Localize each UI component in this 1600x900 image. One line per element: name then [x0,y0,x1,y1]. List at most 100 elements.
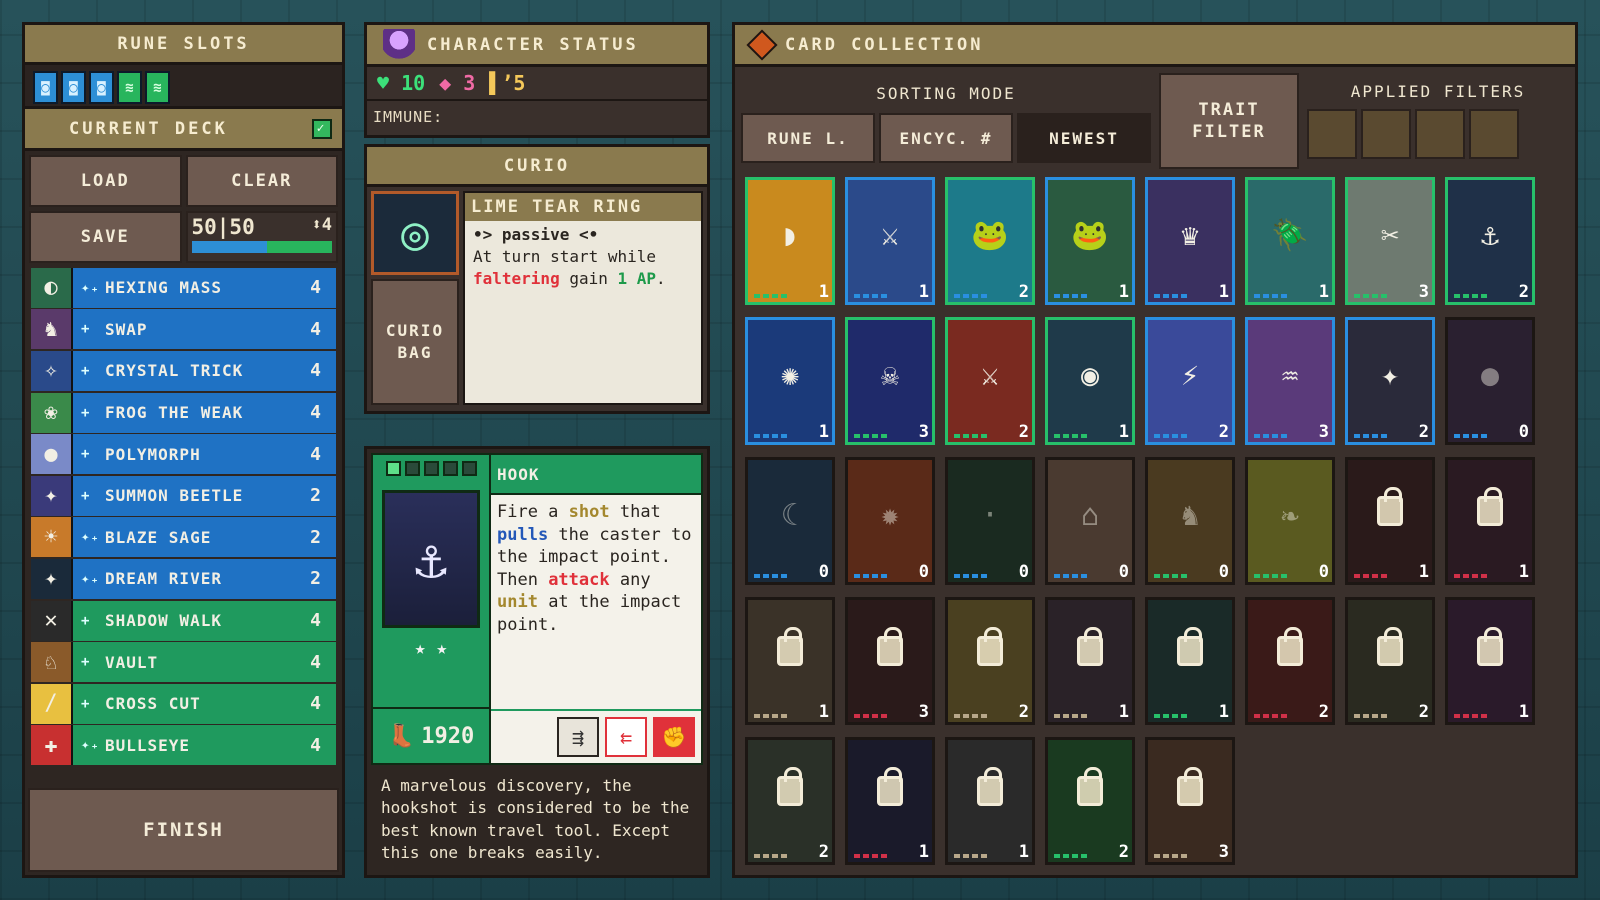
collection-card[interactable]: ♒ 3 [1245,317,1335,445]
locked-card[interactable]: 2 [945,597,1035,725]
locked-card[interactable]: 1 [1445,457,1535,585]
locked-card[interactable]: 1 [845,737,935,865]
card-rune-pips [954,854,988,858]
collection-card[interactable]: ⚓ 2 [1445,177,1535,305]
card-owned-count: 2 [1018,282,1029,302]
pull-trait-icon[interactable]: ⇇ [605,717,647,757]
collection-card[interactable]: ♞ 0 [1145,457,1235,585]
filter-slot[interactable] [1469,109,1519,159]
collection-card[interactable]: ⚔ 2 [945,317,1035,445]
locked-card[interactable]: 1 [1345,457,1435,585]
locked-card[interactable]: 2 [1045,737,1135,865]
save-button[interactable]: SAVE [29,211,182,263]
lock-icon [1377,627,1403,667]
card-owned-count: 2 [1318,702,1329,722]
clear-button[interactable]: CLEAR [185,155,338,207]
attack-trait-icon[interactable]: ✊ [653,717,695,757]
collection-card[interactable]: · 0 [945,457,1035,585]
locked-card[interactable]: 2 [745,737,835,865]
finish-button[interactable]: FINISH [28,788,339,872]
locked-card[interactable]: 1 [1445,597,1535,725]
collection-card[interactable]: 🐸 1 [1045,177,1135,305]
deck-list-item[interactable]: ◐ ✦₊ HEXING MASS 4 [31,267,336,309]
filter-slot[interactable] [1307,109,1357,159]
card-cost-value: 1920 [421,723,475,749]
deck-list-item[interactable]: ✚ ✦₊ BULLSEYE 4 [31,725,336,767]
deck-list-item[interactable]: ✧ + CRYSTAL TRICK 4 [31,350,336,392]
card-thumbnail-icon: ❀ [31,392,73,433]
collection-card[interactable]: ◉ 1 [1045,317,1135,445]
deck-list-item[interactable]: ✦ ✦₊ DREAM RIVER 2 [31,558,336,600]
upgrade-marker-icon: ✦₊ [81,279,100,296]
locked-card[interactable]: 1 [1045,597,1135,725]
rune-slots-row: ◙ ◙ ◙ ≋ ≋ [25,65,342,109]
green-rune-icon[interactable]: ≋ [145,71,170,104]
card-art: ◗ [780,218,800,253]
locked-card[interactable]: 2 [1245,597,1335,725]
collection-card[interactable]: ✂ 3 [1345,177,1435,305]
card-rune-pips [1354,574,1388,578]
sort-option-button[interactable]: ENCYC. # [879,113,1013,163]
collection-card[interactable]: ● 0 [1445,317,1535,445]
deck-list-item[interactable]: ♞ + SWAP 4 [31,309,336,351]
locked-card[interactable]: 1 [945,737,1035,865]
deck-item-bar: + VAULT 4 [73,642,336,683]
deck-item-bar: + SHADOW WALK 4 [73,600,336,641]
blue-rune-icon[interactable]: ◙ [33,71,58,104]
locked-card[interactable]: 3 [845,597,935,725]
card-thumbnail-icon: ✦ [31,475,73,516]
lock-icon [1377,487,1403,527]
collection-card[interactable]: ⚔ 1 [845,177,935,305]
blue-rune-icon[interactable]: ◙ [89,71,114,104]
filter-slot[interactable] [1361,109,1411,159]
lock-icon [877,767,903,807]
card-owned-count: 2 [1418,702,1429,722]
locked-card[interactable]: 3 [1145,737,1235,865]
blue-rune-icon[interactable]: ◙ [61,71,86,104]
card-owned-count: 0 [1118,562,1129,582]
collection-card[interactable]: ✺ 1 [745,317,835,445]
collection-card[interactable]: ✦ 2 [1345,317,1435,445]
deck-item-count: 4 [310,402,322,424]
collection-card[interactable]: ⌂ 0 [1045,457,1135,585]
deck-list-item[interactable]: ● + POLYMORPH 4 [31,433,336,475]
deck-valid-check-icon[interactable]: ✓ [312,118,332,139]
collection-card[interactable]: 🪲 1 [1245,177,1335,305]
deck-list-item[interactable]: ☀ ✦₊ BLAZE SAGE 2 [31,517,336,559]
projectile-trait-icon[interactable]: ⇶ [557,717,599,757]
load-button[interactable]: LOAD [29,155,182,207]
card-owned-count: 1 [818,702,829,722]
card-owned-count: 1 [1318,282,1329,302]
collection-card[interactable]: ◗ 1 [745,177,835,305]
deck-list-item[interactable]: ✦ + SUMMON BEETLE 2 [31,475,336,517]
card-rune-pips [854,854,888,858]
filter-slot[interactable] [1415,109,1465,159]
sort-option-button[interactable]: NEWEST [1017,113,1151,163]
deck-aux-count: ⬍4 [311,215,332,235]
locked-card[interactable]: 1 [1145,597,1235,725]
deck-list-item[interactable]: ❀ + FROG THE WEAK 4 [31,392,336,434]
deck-list-item[interactable]: ♘ + VAULT 4 [31,641,336,683]
sort-option-button[interactable]: RUNE L. [741,113,875,163]
card-owned-count: 2 [1418,422,1429,442]
collection-card[interactable]: ✹ 0 [845,457,935,585]
collection-card[interactable]: ☠ 3 [845,317,935,445]
deck-list: ◐ ✦₊ HEXING MASS 4 ♞ + SWAP 4 ✧ + CRYSTAL TRICK 4 ❀ +… [25,267,342,766]
deck-item-name: CROSS CUT [105,694,201,714]
collection-card[interactable]: ♛ 1 [1145,177,1235,305]
deck-item-bar: ✦₊ DREAM RIVER 2 [73,558,336,599]
locked-card[interactable]: 2 [1345,597,1435,725]
deck-list-item[interactable]: ✕ + SHADOW WALK 4 [31,600,336,642]
green-rune-icon[interactable]: ≋ [117,71,142,104]
card-owned-count: 2 [1018,702,1029,722]
collection-card[interactable]: 🐸 2 [945,177,1035,305]
trait-filter-button[interactable]: TRAIT FILTER [1159,73,1299,169]
card-rune-pips [754,854,788,858]
collection-card[interactable]: ⚡ 2 [1145,317,1235,445]
locked-card[interactable]: 1 [745,597,835,725]
deck-list-item[interactable]: / + CROSS CUT 4 [31,683,336,725]
ring-icon[interactable]: ◎ [371,191,459,275]
collection-card[interactable]: ☾ 0 [745,457,835,585]
curio-bag-button[interactable]: CURIO BAG [371,279,459,405]
collection-card[interactable]: ❧ 0 [1245,457,1335,585]
